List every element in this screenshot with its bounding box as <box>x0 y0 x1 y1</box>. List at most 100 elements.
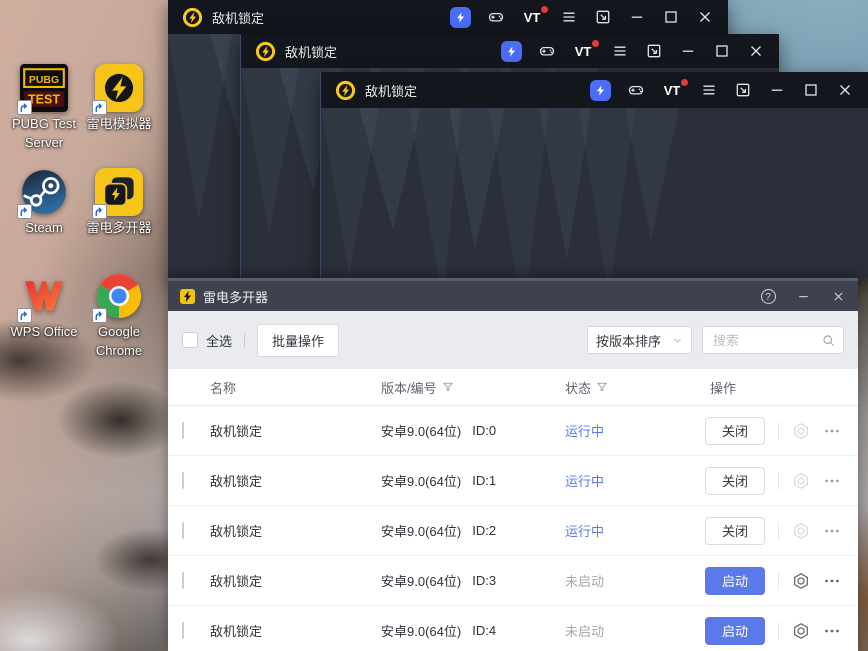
row-checkbox[interactable] <box>182 472 184 489</box>
close-button[interactable] <box>746 41 765 62</box>
header-name: 名称 <box>210 380 237 396</box>
table-row: 敌机锁定 安卓9.0(64位) ID:1 运行中 关闭 <box>168 456 858 506</box>
popout-icon[interactable] <box>733 80 752 101</box>
desktop-icon-wps-office[interactable]: WPS Office <box>1 272 87 342</box>
boost-icon[interactable] <box>450 6 471 28</box>
popout-icon[interactable] <box>644 41 663 62</box>
stop-instance-button[interactable]: 关闭 <box>705 416 765 445</box>
gamepad-icon[interactable] <box>626 80 645 101</box>
batch-operations-button[interactable]: 批量操作 <box>257 323 340 357</box>
chrome-icon <box>92 272 143 323</box>
settings-gear-icon[interactable] <box>792 572 810 590</box>
desktop-wallpaper: PUBG TEST PUBG Test Server 雷电模拟器 Steam 雷电… <box>0 0 868 651</box>
stop-instance-button[interactable]: 关闭 <box>705 466 765 495</box>
desktop-icon-label: 雷电多开器 <box>86 220 152 235</box>
boost-icon[interactable] <box>590 79 611 101</box>
desktop-icon-label: 雷电模拟器 <box>86 116 152 131</box>
row-checkbox[interactable] <box>182 522 184 539</box>
status-text: 未启动 <box>565 624 605 639</box>
gamepad-icon[interactable] <box>486 7 505 28</box>
emulator-titlebar[interactable]: 敌机锁定 VT <box>168 0 728 34</box>
search-input[interactable] <box>711 331 822 349</box>
settings-gear-icon[interactable] <box>792 422 810 440</box>
header-version: 版本/编号 <box>381 380 437 396</box>
table-row: 敌机锁定 安卓9.0(64位) ID:4 未启动 启动 <box>168 606 858 651</box>
emulator-window-3: 敌机锁定 VT <box>320 72 868 278</box>
popout-icon[interactable] <box>593 7 612 28</box>
instance-version: 安卓9.0(64位) <box>381 524 462 539</box>
menu-icon[interactable] <box>559 7 578 28</box>
pubg-icon: PUBG TEST <box>17 64 68 115</box>
more-options-icon[interactable] <box>823 572 841 590</box>
version-filter-icon[interactable] <box>442 381 454 393</box>
instance-version: 安卓9.0(64位) <box>381 474 462 489</box>
close-button[interactable] <box>830 288 846 304</box>
row-checkbox[interactable] <box>182 572 184 589</box>
more-options-icon[interactable] <box>823 622 841 640</box>
manager-title: 雷电多开器 <box>203 289 269 305</box>
sort-dropdown[interactable]: 按版本排序 <box>587 326 692 354</box>
sort-dropdown-value: 按版本排序 <box>596 333 662 349</box>
instance-id: ID:3 <box>472 573 497 588</box>
vt-badge[interactable]: VT <box>660 78 688 101</box>
maximize-button[interactable] <box>801 80 820 101</box>
shortcut-arrow-icon <box>92 204 107 219</box>
instance-id: ID:2 <box>472 523 497 538</box>
settings-gear-icon[interactable] <box>792 472 810 490</box>
emulator-titlebar[interactable]: 敌机锁定 VT <box>241 34 779 68</box>
header-action: 操作 <box>710 380 737 396</box>
maximize-button[interactable] <box>712 41 731 62</box>
svg-text:TEST: TEST <box>28 93 60 107</box>
window-title: 敌机锁定 <box>212 10 265 26</box>
menu-icon[interactable] <box>699 80 718 101</box>
row-checkbox[interactable] <box>182 422 184 439</box>
more-options-icon[interactable] <box>823 422 841 440</box>
menu-icon[interactable] <box>610 41 629 62</box>
action-divider <box>778 571 779 590</box>
emulator-titlebar[interactable]: 敌机锁定 VT <box>321 72 868 108</box>
desktop-icon-label: PUBG Test Server <box>11 116 77 150</box>
desktop-icon-ld-multiplayer[interactable]: 雷电多开器 <box>76 168 162 238</box>
manager-logo-icon <box>180 289 195 304</box>
desktop-icon-steam[interactable]: Steam <box>1 168 87 238</box>
vt-badge[interactable]: VT <box>571 39 599 62</box>
notification-dot <box>541 5 548 13</box>
ldplayer-icon <box>92 64 143 115</box>
stop-instance-button[interactable]: 关闭 <box>705 516 765 545</box>
settings-gear-icon[interactable] <box>792 622 810 640</box>
close-button[interactable] <box>695 7 714 28</box>
start-instance-button[interactable]: 启动 <box>705 616 765 645</box>
vt-badge[interactable]: VT <box>520 5 548 28</box>
boost-icon[interactable] <box>501 40 522 62</box>
maximize-button[interactable] <box>661 7 680 28</box>
table-row: 敌机锁定 安卓9.0(64位) ID:3 未启动 启动 <box>168 556 858 606</box>
desktop-icon-pubg-test-server[interactable]: PUBG TEST PUBG Test Server <box>1 64 87 153</box>
minimize-button[interactable] <box>678 41 697 62</box>
settings-gear-icon[interactable] <box>792 522 810 540</box>
select-all-checkbox[interactable] <box>182 332 198 348</box>
status-filter-icon[interactable] <box>596 381 608 393</box>
search-box[interactable] <box>702 326 844 354</box>
wps-icon <box>17 272 68 323</box>
manager-titlebar[interactable]: 雷电多开器 ? <box>168 281 858 311</box>
instances-table: 名称 版本/编号 状态 操作 敌机锁定 安卓9.0(64位) ID:0 运行中 关… <box>168 369 858 651</box>
table-row: 敌机锁定 安卓9.0(64位) ID:2 运行中 关闭 <box>168 506 858 556</box>
close-button[interactable] <box>835 80 854 101</box>
action-divider <box>778 471 779 490</box>
more-options-icon[interactable] <box>823 472 841 490</box>
ldplayer-logo-icon <box>335 80 356 101</box>
gamepad-icon[interactable] <box>537 41 556 62</box>
desktop-icon-google-chrome[interactable]: Google Chrome <box>76 272 162 361</box>
instance-version: 安卓9.0(64位) <box>381 424 462 439</box>
shortcut-arrow-icon <box>92 308 107 323</box>
table-row: 敌机锁定 安卓9.0(64位) ID:0 运行中 关闭 <box>168 406 858 456</box>
start-instance-button[interactable]: 启动 <box>705 566 765 595</box>
minimize-button[interactable] <box>767 80 786 101</box>
help-button[interactable]: ? <box>760 288 776 304</box>
row-checkbox[interactable] <box>182 622 184 639</box>
minimize-button[interactable] <box>795 288 811 304</box>
minimize-button[interactable] <box>627 7 646 28</box>
more-options-icon[interactable] <box>823 522 841 540</box>
desktop-icon-ldplayer[interactable]: 雷电模拟器 <box>76 64 162 134</box>
ldplayer-logo-icon <box>255 41 276 62</box>
